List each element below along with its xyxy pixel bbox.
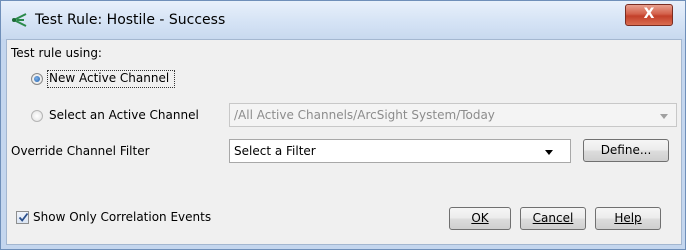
radio-new-active-channel-label[interactable]: New Active Channel <box>49 71 169 85</box>
cancel-button-label: Cancel <box>532 211 574 225</box>
test-rule-label: Test rule using: <box>11 46 102 60</box>
window-title: Test Rule: Hostile - Success <box>35 12 226 28</box>
title-bar[interactable]: Test Rule: Hostile - Success X <box>1 1 685 39</box>
active-channel-select[interactable]: /All Active Channels/ArcSight System/Tod… <box>229 103 677 127</box>
show-correlation-checkbox[interactable] <box>16 211 29 224</box>
chevron-down-icon <box>660 114 668 119</box>
close-button[interactable]: X <box>625 4 673 26</box>
filter-select[interactable]: Select a Filter <box>229 139 571 163</box>
dialog-window: Test Rule: Hostile - Success X Test rule… <box>0 0 686 250</box>
dialog-body: Test rule using: New Active Channel Sele… <box>6 39 682 245</box>
ok-button-label: OK <box>471 211 489 225</box>
checkmark-icon <box>18 212 29 222</box>
cancel-button[interactable]: Cancel <box>520 207 586 230</box>
radio-new-active-channel[interactable] <box>31 73 43 85</box>
override-filter-label: Override Channel Filter <box>11 144 150 158</box>
radio-select-active-channel[interactable] <box>31 110 43 122</box>
help-button-label: Help <box>614 211 642 225</box>
help-button[interactable]: Help <box>595 207 661 230</box>
show-correlation-label[interactable]: Show Only Correlation Events <box>33 210 211 224</box>
ok-button[interactable]: OK <box>449 207 511 230</box>
radio-select-active-channel-label[interactable]: Select an Active Channel <box>49 108 199 122</box>
define-button[interactable]: Define... <box>583 139 669 162</box>
rule-test-icon <box>12 13 27 27</box>
active-channel-value: /All Active Channels/ArcSight System/Tod… <box>234 108 495 122</box>
filter-value: Select a Filter <box>234 144 316 158</box>
chevron-down-icon <box>545 150 553 155</box>
